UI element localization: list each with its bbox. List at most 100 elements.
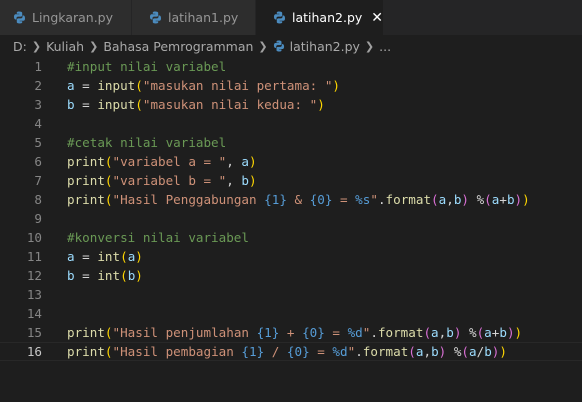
- code-token: "variabel a = ": [112, 154, 227, 169]
- line-number: 6: [34, 154, 42, 169]
- code-token: (: [423, 325, 432, 340]
- tab-label: latihan1.py: [168, 10, 239, 25]
- code-token: (: [104, 154, 113, 169]
- tab-lingkaran[interactable]: Lingkaran.py: [0, 0, 132, 35]
- code-text: b = int(b): [67, 266, 143, 285]
- code-token: #input nilai variabel: [67, 59, 227, 74]
- code-token: a: [431, 325, 439, 340]
- code-token: ): [499, 344, 507, 359]
- code-text: #input nilai variabel: [67, 57, 226, 76]
- python-file-icon: [273, 40, 285, 52]
- code-token: %d: [347, 325, 363, 340]
- code-token: #konversi nilai variabel: [67, 230, 249, 245]
- code-token: "masukan nilai kedua: ": [142, 97, 318, 112]
- breadcrumb-file[interactable]: latihan2.py: [290, 39, 360, 54]
- code-token: ): [461, 192, 469, 207]
- code-line[interactable]: 12 b = int(b): [0, 266, 582, 285]
- tab-label: latihan2.py: [292, 10, 363, 25]
- code-text: #konversi nilai variabel: [67, 228, 249, 247]
- line-number: 2: [34, 78, 42, 93]
- editor-tab-bar: Lingkaran.py latihan1.py latihan2.py ✕: [0, 0, 582, 35]
- code-line[interactable]: 11 a = int(a): [0, 247, 582, 266]
- code-text: #cetak nilai variabel: [67, 133, 226, 152]
- code-token: ): [522, 192, 530, 207]
- code-token: ,: [226, 173, 242, 188]
- code-token: %: [446, 344, 462, 359]
- line-number: 15: [26, 325, 42, 340]
- code-token: int: [97, 249, 121, 264]
- code-token: ,: [446, 192, 454, 207]
- code-token: =: [74, 78, 98, 93]
- code-token: %: [469, 192, 485, 207]
- code-token: &: [286, 192, 310, 207]
- code-token: ): [135, 268, 143, 283]
- line-number: 5: [34, 135, 42, 150]
- code-token: a: [241, 154, 250, 169]
- code-token: (: [120, 249, 128, 264]
- code-token: .: [377, 192, 386, 207]
- code-token: =: [332, 192, 356, 207]
- code-text: b = input("masukan nilai kedua: "): [67, 95, 325, 114]
- code-token: int: [97, 268, 121, 283]
- code-line[interactable]: 3 b = input("masukan nilai kedua: "): [0, 95, 582, 114]
- code-text: a = input("masukan nilai pertama: "): [67, 76, 340, 95]
- breadcrumb-folder-bahasa[interactable]: Bahasa Pemrogramman: [103, 39, 253, 54]
- code-token: format: [385, 192, 432, 207]
- close-icon[interactable]: ✕: [371, 11, 383, 25]
- code-token: a: [484, 325, 492, 340]
- code-token: {1}: [264, 192, 287, 207]
- code-token: ,: [423, 344, 432, 359]
- code-text: print("variabel a = ", a): [67, 152, 257, 171]
- code-token: =: [309, 344, 333, 359]
- line-number: 11: [26, 249, 42, 264]
- code-token: (: [104, 192, 113, 207]
- breadcrumb-more[interactable]: ...: [379, 39, 391, 54]
- code-line[interactable]: 7 print("variabel b = ", b): [0, 171, 582, 190]
- line-number: 7: [34, 173, 42, 188]
- code-editor[interactable]: 1 #input nilai variabel 2 a = input("masuka…: [0, 57, 582, 402]
- code-line[interactable]: 4: [0, 114, 582, 133]
- code-token: ): [514, 325, 523, 340]
- code-token: %s: [355, 192, 371, 207]
- line-number: 3: [34, 97, 42, 112]
- code-line[interactable]: 14: [0, 304, 582, 323]
- code-token: (: [461, 344, 470, 359]
- code-line[interactable]: 8 print("Hasil Penggabungan {1} & {0} = %…: [0, 190, 582, 209]
- line-number: 12: [26, 268, 42, 283]
- code-token: ): [506, 325, 515, 340]
- code-token: print: [67, 154, 105, 169]
- breadcrumb-drive[interactable]: D:: [13, 39, 27, 54]
- code-text: print("Hasil penjumlahan {1} + {0} = %d"…: [67, 323, 522, 342]
- code-token: /: [264, 344, 287, 359]
- code-line[interactable]: 15 print("Hasil penjumlahan {1} + {0} = %…: [0, 323, 582, 342]
- code-line[interactable]: 10 #konversi nilai variabel: [0, 228, 582, 247]
- code-line[interactable]: 6 print("variabel a = ", a): [0, 152, 582, 171]
- code-line[interactable]: 9: [0, 209, 582, 228]
- code-token: a: [67, 249, 75, 264]
- code-token: +: [279, 325, 303, 340]
- python-file-icon: [273, 11, 286, 24]
- code-token: (: [135, 97, 143, 112]
- code-line[interactable]: 1 #input nilai variabel: [0, 57, 582, 76]
- code-token: print: [67, 173, 105, 188]
- code-line[interactable]: 2 a = input("masukan nilai pertama: "): [0, 76, 582, 95]
- code-token: ): [514, 192, 523, 207]
- code-token: =: [74, 97, 98, 112]
- code-line[interactable]: 5 #cetak nilai variabel: [0, 133, 582, 152]
- tab-latihan2[interactable]: latihan2.py ✕: [256, 0, 384, 35]
- code-line[interactable]: 13: [0, 285, 582, 304]
- tab-latihan1[interactable]: latihan1.py: [132, 0, 256, 35]
- code-token: (: [104, 173, 113, 188]
- breadcrumb-folder-kuliah[interactable]: Kuliah: [46, 39, 84, 54]
- code-text: a = int(a): [67, 247, 143, 266]
- code-line[interactable]: 16 print("Hasil pembagian {1} / {0} = %d"…: [0, 342, 582, 361]
- code-token: "variabel b = ": [112, 173, 227, 188]
- code-token: b: [506, 192, 515, 207]
- line-number: 10: [26, 230, 42, 245]
- code-token: (: [104, 325, 113, 340]
- code-token: =: [74, 268, 98, 283]
- line-number: 9: [34, 211, 42, 226]
- code-token: +: [499, 192, 507, 207]
- tab-label: Lingkaran.py: [32, 10, 113, 25]
- line-number: 8: [34, 192, 42, 207]
